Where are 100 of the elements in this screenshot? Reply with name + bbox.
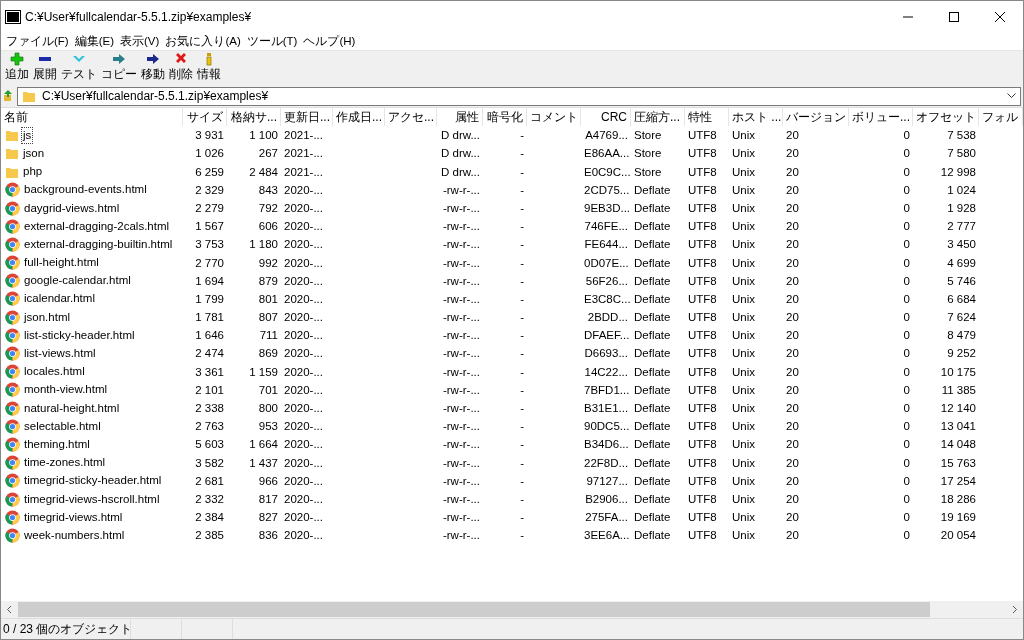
column-header[interactable]: 特性 (685, 108, 729, 127)
table-cell-text: 11 385 (940, 382, 977, 398)
column-header[interactable]: 名前 (1, 108, 183, 127)
table-cell-text: 12 140 (939, 401, 977, 416)
file-name[interactable]: external-dragging-2cals.html (23, 218, 171, 234)
menu-item[interactable]: ヘルプ(H) (300, 32, 359, 50)
table-cell-text: Deflate (633, 182, 672, 198)
table-cell-text: -rw-r-... (441, 455, 481, 471)
table-cell-text: 1 694 (194, 273, 225, 289)
table-cell-text: 15 763 (939, 455, 977, 471)
table-cell-text: 10 175 (939, 364, 977, 380)
table-cell-text: 19 169 (939, 510, 977, 526)
table-cell-text: UTF8 (687, 164, 718, 180)
file-name[interactable]: time-zones.html (23, 455, 107, 471)
table-cell-text: 20 (785, 364, 800, 380)
table-cell-text: 1 026 (194, 146, 225, 162)
menu-item[interactable]: ファイル(F) (3, 32, 72, 50)
scrollbar-thumb[interactable] (18, 602, 930, 617)
file-name[interactable]: timegrid-views.html (23, 509, 124, 525)
table-cell-text: 0 (902, 401, 911, 416)
table-cell-text: UTF8 (687, 273, 718, 289)
file-name[interactable]: locales.html (23, 364, 86, 380)
file-name[interactable]: selectable.html (23, 418, 102, 434)
file-name[interactable]: theming.html (23, 436, 91, 452)
table-cell-text: -rw-r-... (441, 237, 481, 253)
file-name[interactable]: full-height.html (23, 255, 100, 271)
menu-item[interactable]: 表示(V) (117, 32, 163, 50)
table-cell-text: 966 (257, 473, 279, 489)
table-cell-text: 0 (902, 346, 911, 362)
table-cell-text: - (519, 491, 525, 507)
table-cell-text: DFAEF... (583, 328, 631, 344)
toolbar-button[interactable]: 移動 (139, 51, 167, 85)
column-header[interactable]: 作成日... (333, 108, 385, 127)
toolbar-button[interactable]: 展開 (31, 51, 59, 85)
column-header[interactable]: アクセ... (385, 108, 437, 127)
column-header[interactable]: オフセット (913, 108, 979, 127)
menu-item[interactable]: 編集(E) (71, 32, 118, 50)
table-cell-text: - (519, 437, 525, 453)
table-cell-text: Unix (731, 182, 756, 198)
file-name[interactable]: month-view.html (23, 382, 109, 398)
address-field[interactable]: C:¥User¥fullcalendar-5.5.1.zip¥examples¥ (17, 86, 1021, 106)
table-cell-text: 6 684 (946, 291, 977, 307)
table-cell-text: 20 (785, 128, 800, 144)
toolbar-button[interactable]: 追加 (3, 51, 31, 85)
column-header[interactable]: バージョン (783, 108, 849, 127)
toolbar-button[interactable]: コピー (99, 51, 139, 85)
table-cell-text: Unix (731, 364, 756, 380)
menu-item[interactable]: お気に入り(A) (162, 32, 244, 50)
table-cell-text: 800 (257, 401, 279, 416)
menu-item[interactable]: ツール(T) (243, 32, 301, 50)
table-cell-text: Unix (731, 164, 756, 180)
column-header[interactable]: 暗号化 (483, 108, 527, 127)
file-name[interactable]: js (22, 127, 33, 143)
file-name[interactable]: json.html (23, 309, 72, 325)
x-icon (174, 52, 188, 66)
file-name[interactable]: week-numbers.html (23, 527, 126, 543)
table-cell-text: -rw-r-... (441, 310, 481, 326)
column-header[interactable]: フォル (979, 108, 1023, 127)
file-name[interactable]: background-events.html (23, 182, 148, 198)
column-header[interactable]: ホスト ... (729, 108, 783, 127)
table-cell-text: D drw... (440, 146, 481, 162)
folder-icon (22, 89, 36, 103)
table-cell-text: -rw-r-... (441, 491, 481, 507)
table-cell-text: 0D07E... (583, 255, 630, 271)
column-header[interactable]: サイズ (183, 108, 227, 127)
table-cell-text: -rw-r-... (441, 200, 481, 216)
column-header[interactable]: 格納サ... (227, 108, 281, 127)
table-cell-text: 6 259 (194, 164, 225, 180)
table-cell-text: 0 (902, 164, 911, 180)
table-cell-text: UTF8 (687, 200, 718, 216)
browser-file-icon (5, 291, 20, 307)
file-name[interactable]: json (22, 145, 46, 161)
file-name[interactable]: timegrid-views-hscroll.html (23, 491, 161, 507)
file-name[interactable]: google-calendar.html (23, 273, 132, 289)
table-cell-text: -rw-r-... (441, 401, 481, 416)
table-cell-text: UTF8 (687, 473, 718, 489)
table-cell-text: Unix (731, 401, 756, 416)
browser-file-icon (5, 273, 20, 289)
column-header[interactable]: 更新日... (281, 108, 333, 127)
toolbar-button[interactable]: 情報 (195, 51, 223, 85)
file-name[interactable]: php (22, 164, 44, 180)
file-name[interactable]: daygrid-views.html (23, 200, 121, 216)
table-cell-text: Deflate (633, 200, 672, 216)
column-header[interactable]: 属性 (437, 108, 483, 127)
table-cell-text: 20 (785, 255, 800, 271)
file-name[interactable]: list-views.html (23, 346, 97, 362)
file-name[interactable]: natural-height.html (23, 400, 121, 416)
table-cell-text: Unix (731, 310, 756, 326)
column-header[interactable]: 圧縮方... (631, 108, 685, 127)
table-cell-text: 2020-... (283, 528, 324, 544)
toolbar-button[interactable]: テスト (59, 51, 99, 85)
column-header[interactable]: ボリュー... (849, 108, 913, 127)
file-name[interactable]: external-dragging-builtin.html (23, 236, 174, 252)
file-name[interactable]: timegrid-sticky-header.html (23, 473, 163, 489)
up-folder-icon[interactable] (3, 90, 13, 102)
toolbar-button[interactable]: 削除 (167, 51, 195, 85)
column-header[interactable]: CRC (581, 108, 631, 127)
column-header[interactable]: コメント (527, 108, 581, 127)
file-name[interactable]: list-sticky-header.html (23, 327, 136, 343)
file-name[interactable]: icalendar.html (23, 291, 96, 307)
